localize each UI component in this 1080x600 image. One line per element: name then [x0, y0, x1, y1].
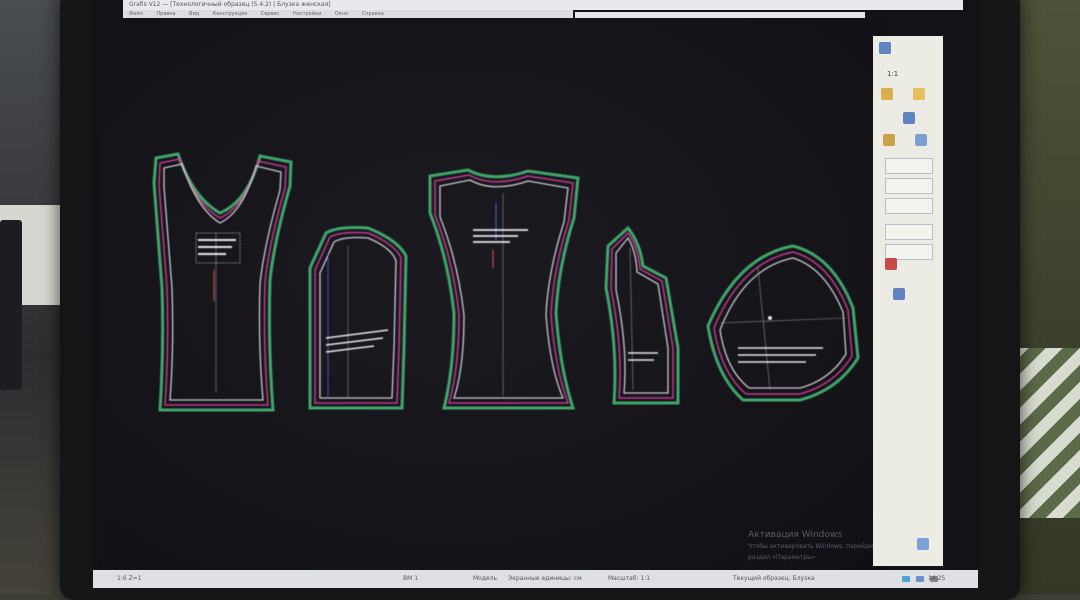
status-mid2: Модель — [473, 575, 498, 582]
status-mid4: Масштаб: 1:1 — [608, 575, 651, 582]
panel-bottom-icon[interactable] — [917, 538, 929, 550]
status-mid3: Экранные единицы: см — [508, 575, 582, 582]
seam-tool-icon[interactable] — [915, 134, 927, 146]
menu-item-construction[interactable]: Конструкция — [213, 11, 247, 17]
status-bar: 1:6 Z=1 BM 1 Модель Экранные единицы: см… — [93, 570, 978, 588]
select-tool-icon[interactable] — [879, 42, 891, 54]
menu-item-help[interactable]: Справка — [362, 11, 384, 17]
volume-icon[interactable] — [916, 576, 924, 582]
activation-watermark: Активация Windows Чтобы активировать Win… — [748, 530, 888, 563]
panel-readout: 1:1 — [887, 70, 899, 78]
status-right: Текущий образец: Блузка — [733, 575, 815, 582]
menu-item-settings[interactable]: Настройки — [293, 11, 321, 17]
tool-panel: 1:1 — [873, 36, 943, 566]
menu-item-file[interactable]: Файл — [129, 11, 143, 17]
side-panel-left[interactable] — [308, 226, 408, 410]
menu-item-service[interactable]: Сервис — [261, 11, 280, 17]
sleeve[interactable] — [706, 244, 860, 402]
status-left: 1:6 Z=1 — [117, 575, 142, 582]
line-tool-icon[interactable] — [913, 88, 925, 100]
tool-grid-4[interactable] — [885, 224, 933, 240]
pattern-drawing — [152, 152, 860, 412]
menu-item-view[interactable]: Вид — [189, 11, 199, 17]
menu-item-edit[interactable]: Правка — [156, 11, 175, 17]
menu-item-window[interactable]: Окно — [335, 11, 348, 17]
pattern-canvas[interactable]: Активация Windows Чтобы активировать Win… — [98, 18, 888, 570]
back-bodice[interactable] — [428, 168, 580, 410]
front-bodice[interactable] — [152, 152, 293, 412]
tool-grid-2[interactable] — [885, 178, 933, 194]
clock: 14:25 — [928, 575, 946, 582]
delete-tool-icon[interactable] — [885, 258, 897, 270]
watermark-title: Активация Windows — [748, 530, 842, 540]
point-tool-icon[interactable] — [881, 88, 893, 100]
striped-fabric — [1012, 348, 1080, 518]
side-panel-right[interactable] — [604, 225, 680, 405]
dart-tool-icon[interactable] — [883, 134, 895, 146]
desk-device — [0, 220, 22, 390]
monitor-screen: Grafis V12 — [Технологичный образец (5.4… — [93, 0, 978, 588]
tool-grid-3[interactable] — [885, 198, 933, 214]
tool-grid-1[interactable] — [885, 158, 933, 174]
menu-bar[interactable]: Файл Правка Вид Конструкция Сервис Настр… — [123, 10, 573, 18]
status-mid1: BM 1 — [403, 575, 419, 582]
curve-tool-icon[interactable] — [903, 112, 915, 124]
window-title: Grafis V12 — [Технологичный образец (5.4… — [123, 0, 963, 10]
watermark-subtitle: Чтобы активировать Windows, перейдите в … — [748, 543, 886, 561]
network-icon[interactable] — [902, 576, 910, 582]
measure-tool-icon[interactable] — [893, 288, 905, 300]
